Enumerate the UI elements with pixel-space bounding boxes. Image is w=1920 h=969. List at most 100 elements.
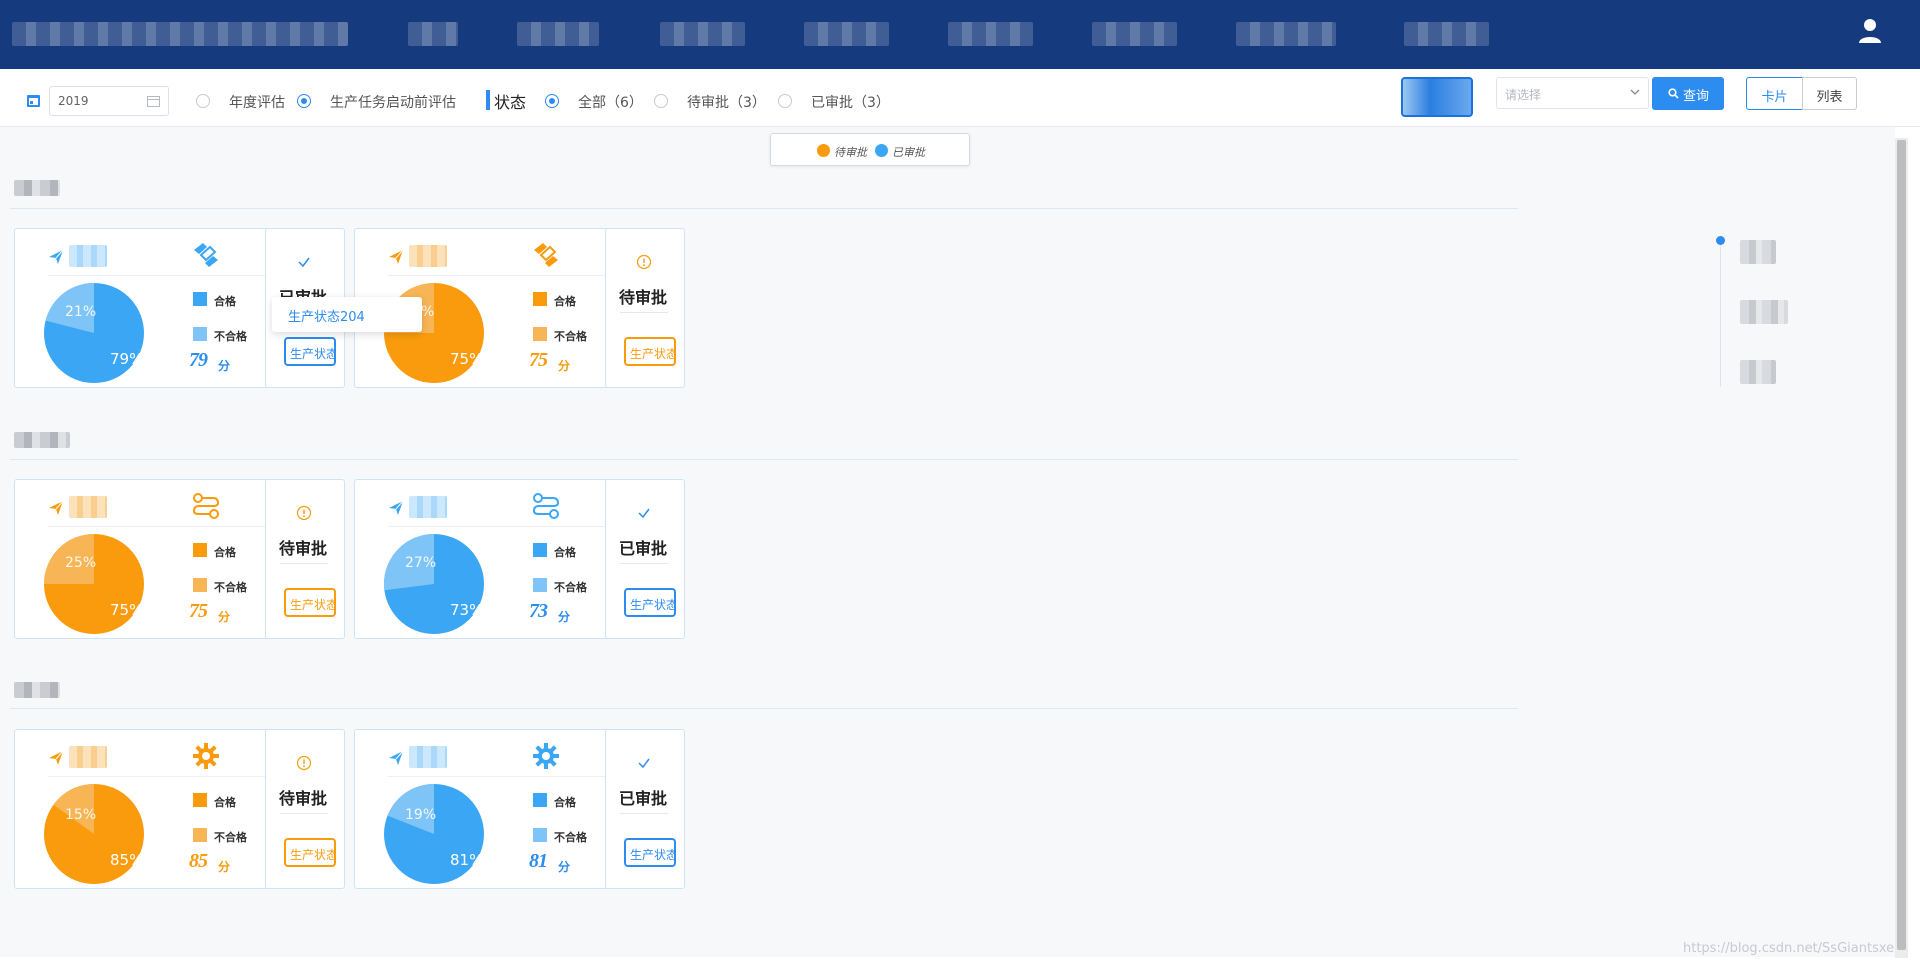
select-placeholder: 请选择 <box>1505 88 1542 102</box>
pie-label-unqualified: % <box>421 304 435 320</box>
status-divider <box>280 813 328 814</box>
legend-swatch-qualified <box>533 292 547 306</box>
legend-label-unqualified: 不合格 <box>214 581 247 594</box>
qualification-pie-chart <box>44 283 144 383</box>
radio-annual-eval[interactable] <box>196 94 210 108</box>
radio-pre-production-eval[interactable] <box>297 94 311 108</box>
nav-menu-item-7[interactable] <box>1236 22 1336 46</box>
score-value: 81 <box>529 850 548 872</box>
pie-label-qualified: 85% <box>110 851 144 869</box>
score-unit: 分 <box>558 610 571 624</box>
pie-label-unqualified: 15% <box>65 807 97 823</box>
status-panel: 已审批 生产状态 <box>605 479 685 639</box>
pie-label-unqualified: 25% <box>65 555 97 571</box>
production-status-tooltip: 生产状态204 <box>272 297 422 332</box>
score-value: 73 <box>529 600 548 622</box>
item-name-blurred <box>69 746 107 768</box>
chevron-down-icon <box>1630 89 1640 95</box>
paper-plane-icon <box>49 500 64 515</box>
radio-label-status-pending: 待审批（3） <box>687 95 766 111</box>
score-value: 75 <box>529 349 548 371</box>
handshake-icon <box>534 243 558 267</box>
status-panel: 已审批 生产状态 <box>605 729 685 889</box>
production-status-button[interactable]: 生产状态 <box>284 838 336 867</box>
production-status-button[interactable]: 生产状态 <box>284 588 336 617</box>
card-divider <box>48 526 268 527</box>
item-name-blurred <box>409 496 447 518</box>
pie-label-qualified: 75% <box>450 350 484 368</box>
check-icon <box>638 758 650 769</box>
item-name-blurred <box>409 245 447 267</box>
radio-status-pending[interactable] <box>654 94 668 108</box>
legend-label-qualified: 合格 <box>214 295 236 308</box>
evaluation-card[interactable]: 81% 19% 合格 不合格 81 分 已审批 生产状态 <box>354 729 685 889</box>
search-icon <box>1668 88 1679 99</box>
production-status-button[interactable]: 生产状态 <box>284 337 336 366</box>
warning-circle-icon <box>296 505 312 521</box>
nav-menu-item-6[interactable] <box>1092 22 1177 46</box>
paper-plane-icon <box>49 750 64 765</box>
legend-pending-dot <box>817 144 830 157</box>
year-picker-input[interactable]: 2019 <box>49 86 169 116</box>
status-divider <box>620 813 668 814</box>
anchor-item-1[interactable] <box>1740 240 1776 264</box>
card-divider <box>48 776 268 777</box>
gear-icon <box>193 743 219 769</box>
item-name-blurred <box>69 245 107 267</box>
approval-status-text: 待审批 <box>279 539 328 558</box>
qualification-pie-chart <box>44 784 144 884</box>
paper-plane-icon <box>389 750 404 765</box>
nav-menu-item-4[interactable] <box>804 22 889 46</box>
nav-menu-item-2[interactable] <box>517 22 599 46</box>
legend-swatch-unqualified <box>193 327 207 341</box>
production-status-button[interactable]: 生产状态 <box>624 588 676 617</box>
status-divider <box>280 563 328 564</box>
qualification-pie-chart <box>383 534 484 634</box>
group-divider <box>10 208 1518 209</box>
nav-menu-item-5[interactable] <box>948 22 1033 46</box>
view-list-toggle[interactable]: 列表 <box>1802 77 1857 110</box>
view-card-toggle[interactable]: 卡片 <box>1746 77 1803 110</box>
warning-circle-icon <box>296 755 312 771</box>
anchor-item-2[interactable] <box>1740 300 1788 324</box>
paper-plane-icon <box>389 249 404 264</box>
radio-label-status-approved: 已审批（3） <box>811 95 890 111</box>
nav-menu-item-1[interactable] <box>408 22 458 46</box>
status-title: 状态 <box>494 93 527 112</box>
evaluation-card[interactable]: 73% 27% 合格 不合格 73 分 已审批 生产状态 <box>354 479 685 639</box>
anchor-timeline <box>1720 241 1721 387</box>
legend-label-unqualified: 不合格 <box>554 831 587 844</box>
legend-swatch-unqualified <box>533 828 547 842</box>
anchor-item-3[interactable] <box>1740 360 1776 384</box>
score-unit: 分 <box>218 860 231 874</box>
query-button[interactable]: 查询 <box>1652 77 1724 110</box>
anchor-active-dot[interactable] <box>1716 236 1725 245</box>
production-status-button[interactable]: 生产状态 <box>624 337 676 366</box>
pie-label-unqualified: 27% <box>405 555 437 571</box>
category-select[interactable]: 请选择 <box>1496 77 1649 109</box>
handshake-icon <box>194 243 218 267</box>
radio-status-all[interactable] <box>545 94 559 108</box>
legend-label-qualified: 合格 <box>214 796 236 809</box>
evaluation-card[interactable]: 85% 15% 合格 不合格 85 分 待审批 生产状态 <box>14 729 345 889</box>
legend-swatch-qualified <box>193 543 207 557</box>
legend-swatch-qualified <box>533 793 547 807</box>
production-status-button[interactable]: 生产状态 <box>624 838 676 867</box>
legend-pending-label: 待审批 <box>834 146 867 159</box>
card-divider <box>388 526 608 527</box>
evaluation-card[interactable]: 75% 25% 合格 不合格 75 分 待审批 生产状态 <box>14 479 345 639</box>
qualification-pie-chart <box>44 534 144 634</box>
scrollbar-thumb[interactable] <box>1897 140 1906 950</box>
radio-status-approved[interactable] <box>778 94 792 108</box>
vertical-scrollbar[interactable] <box>1895 138 1908 958</box>
year-value: 2019 <box>58 94 89 108</box>
watermark: https://blog.csdn.net/SsGiantsxe <box>1683 941 1895 956</box>
blurred-action-button[interactable] <box>1401 77 1473 117</box>
nav-menu-item-8[interactable] <box>1404 22 1489 46</box>
paper-plane-icon <box>389 500 404 515</box>
nav-menu-item-3[interactable] <box>660 22 745 46</box>
warning-circle-icon <box>636 254 652 270</box>
radio-label-pre-production-eval: 生产任务启动前评估 <box>330 95 456 111</box>
user-icon[interactable] <box>1858 18 1882 44</box>
approval-status-text: 待审批 <box>279 789 328 808</box>
